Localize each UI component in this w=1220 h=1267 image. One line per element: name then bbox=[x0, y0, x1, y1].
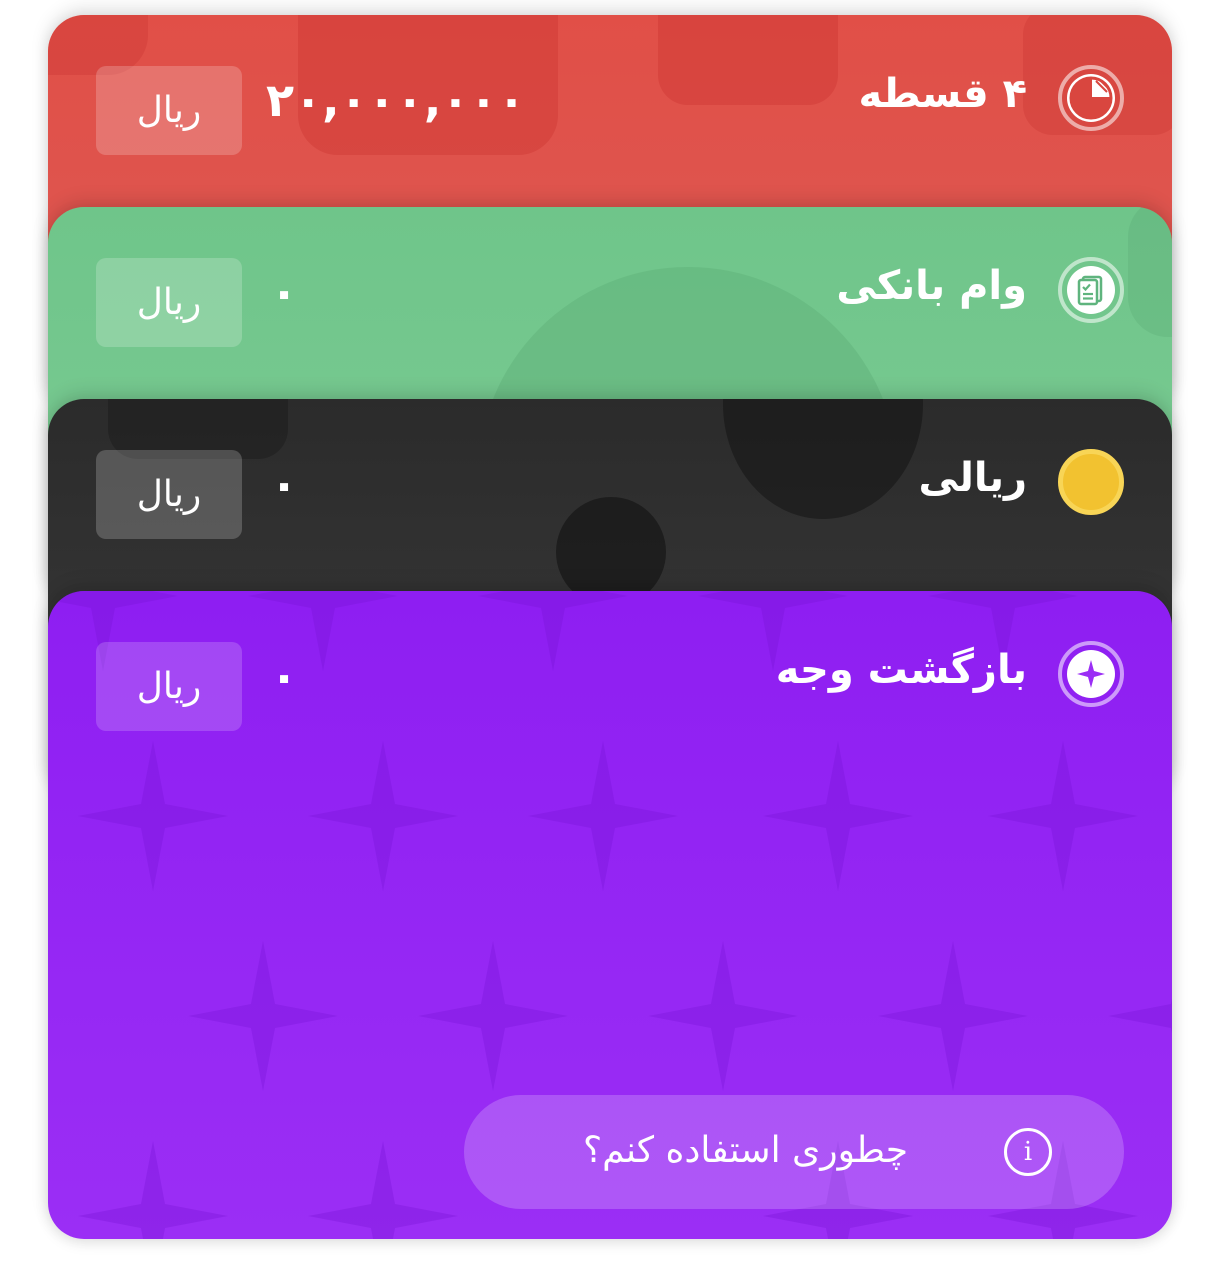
card-amount: ۰ bbox=[270, 649, 299, 703]
pie-chart-icon bbox=[1058, 65, 1124, 131]
star-decor bbox=[418, 941, 568, 1091]
currency-badge: ریال bbox=[96, 450, 242, 539]
currency-badge: ریال bbox=[96, 258, 242, 347]
star-decor bbox=[188, 941, 338, 1091]
document-check-icon bbox=[1058, 257, 1124, 323]
currency-badge: ریال bbox=[96, 66, 242, 155]
star-decor bbox=[78, 1141, 228, 1239]
info-icon: i bbox=[1004, 1128, 1052, 1176]
star-decor bbox=[648, 941, 798, 1091]
card-header: بازگشت وجه ۰ ریال bbox=[48, 591, 1172, 767]
coin-icon bbox=[1058, 449, 1124, 515]
star-decor bbox=[1108, 941, 1172, 1091]
wallet-card-stack: ۴ قسطه ۲۰,۰۰۰,۰۰۰ ریال وام بانکی ۰ ریال … bbox=[48, 15, 1172, 1239]
card-title: ۴ قسطه bbox=[858, 71, 1027, 117]
star-decor bbox=[308, 1141, 458, 1239]
currency-badge: ریال bbox=[96, 642, 242, 731]
card-amount: ۰ bbox=[270, 265, 299, 319]
star-decor bbox=[878, 941, 1028, 1091]
cashback-card[interactable]: بازگشت وجه ۰ ریال i چطوری استفاده کنم؟ bbox=[48, 591, 1172, 1239]
sparkle-icon bbox=[1058, 641, 1124, 707]
card-header: ۴ قسطه ۲۰,۰۰۰,۰۰۰ ریال bbox=[48, 15, 1172, 191]
card-header: وام بانکی ۰ ریال bbox=[48, 207, 1172, 383]
card-title: وام بانکی bbox=[836, 263, 1027, 309]
card-amount: ۲۰,۰۰۰,۰۰۰ bbox=[266, 73, 526, 127]
how-to-use-label: چطوری استفاده کنم؟ bbox=[582, 1130, 908, 1171]
card-header: ریالی ۰ ریال bbox=[48, 399, 1172, 575]
card-title: بازگشت وجه bbox=[775, 647, 1027, 693]
card-amount: ۰ bbox=[270, 457, 299, 511]
how-to-use-button[interactable]: i چطوری استفاده کنم؟ bbox=[464, 1095, 1124, 1209]
card-title: ریالی bbox=[918, 455, 1027, 501]
